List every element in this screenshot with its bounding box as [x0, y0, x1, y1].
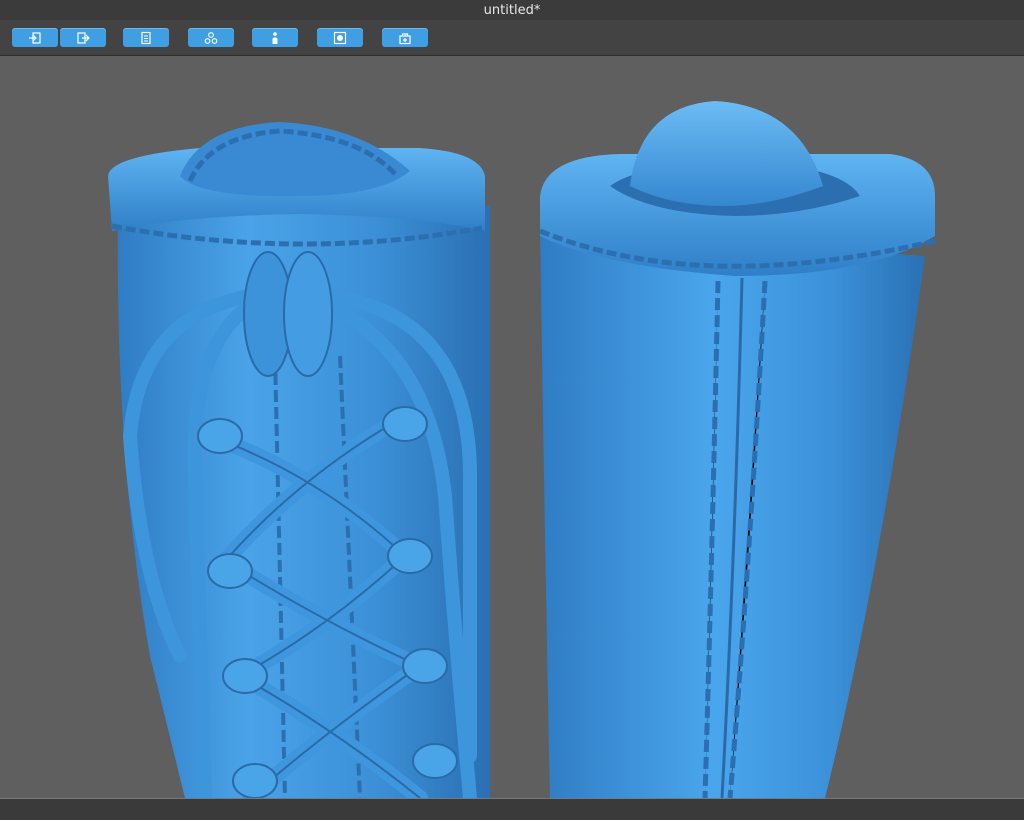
status-bar: [0, 798, 1024, 820]
left-boot-model: [108, 122, 491, 798]
import-button[interactable]: [12, 28, 58, 47]
toolbar: [0, 20, 1024, 56]
right-boot-model: [539, 101, 936, 798]
package-button[interactable]: [382, 28, 428, 47]
3d-viewport[interactable]: [0, 56, 1024, 798]
render-button[interactable]: [317, 28, 363, 47]
title-bar: untitled*: [0, 0, 1024, 20]
model-render: [108, 101, 936, 798]
export-icon: [77, 31, 90, 44]
figure-icon: [272, 31, 278, 44]
document-button[interactable]: [123, 28, 169, 47]
package-icon: [399, 32, 411, 44]
export-button[interactable]: [60, 28, 106, 47]
window-title: untitled*: [483, 2, 541, 18]
render-icon: [333, 31, 347, 44]
document-icon: [141, 31, 151, 44]
import-icon: [29, 31, 41, 44]
components-icon: [204, 31, 218, 44]
figure-button[interactable]: [252, 28, 298, 47]
components-button[interactable]: [188, 28, 234, 47]
